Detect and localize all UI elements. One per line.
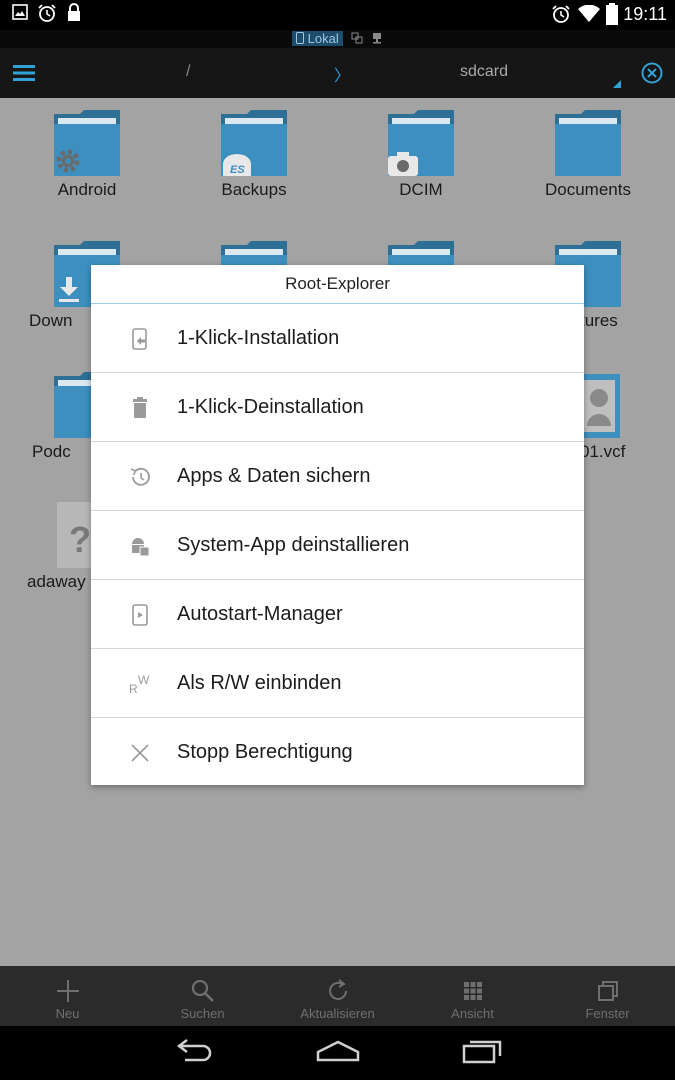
wifi-icon — [578, 5, 600, 22]
search-button-label: Suchen — [180, 1006, 225, 1021]
file-item-android[interactable]: Android — [17, 110, 157, 200]
camera-icon — [388, 152, 418, 176]
server-icon[interactable] — [371, 32, 383, 44]
menu-item-autostart-manager[interactable]: Autostart-Manager — [91, 580, 584, 649]
rw-icon-w: W — [138, 673, 150, 687]
back-icon[interactable] — [173, 1038, 213, 1064]
menu-item-backup-apps[interactable]: Apps & Daten sichern — [91, 442, 584, 511]
menu-item-label: Als R/W einbinden — [177, 672, 342, 694]
dropdown-corner-icon[interactable] — [613, 80, 621, 88]
autostart-icon — [132, 604, 148, 626]
plus-icon — [57, 980, 79, 1002]
close-icon — [131, 744, 149, 762]
windows-icon — [598, 981, 618, 1001]
windows-button-label: Fenster — [585, 1006, 630, 1021]
network-icon[interactable] — [351, 32, 363, 44]
grid-icon — [464, 982, 482, 1000]
lock-icon — [68, 3, 80, 21]
phone-icon — [296, 32, 304, 44]
menu-item-label: Apps & Daten sichern — [177, 465, 371, 487]
rw-icon: R W — [129, 673, 150, 695]
menu-item-label: Autostart-Manager — [177, 603, 343, 625]
menu-item-stop-permission[interactable]: Stopp Berechtigung — [91, 718, 584, 786]
alarm-icon — [38, 4, 56, 22]
path-current[interactable]: sdcard — [460, 63, 508, 81]
history-icon — [130, 467, 150, 486]
menu-item-mount-rw[interactable]: R W Als R/W einbinden — [91, 649, 584, 718]
es-logo-icon: ES — [223, 154, 251, 176]
contact-icon — [578, 374, 620, 438]
menu-item-label: Stopp Berechtigung — [177, 741, 353, 763]
svg-text:?: ? — [69, 519, 91, 560]
refresh-icon — [329, 979, 347, 1000]
search-button[interactable]: Suchen — [135, 966, 270, 1026]
folder-icon — [555, 110, 621, 176]
new-button-label: Neu — [55, 1006, 80, 1021]
root-explorer-dialog: Root-Explorer 1-Klick-Installation 1-Kli… — [91, 265, 584, 785]
file-name: Documents — [545, 180, 631, 199]
file-name: Android — [57, 180, 117, 199]
location-tab-label: Lokal — [307, 31, 339, 46]
file-item-backups[interactable]: ES Backups — [184, 110, 324, 200]
trash-icon — [133, 397, 147, 418]
clock: 19:11 — [623, 4, 667, 24]
status-bar: 19:11 — [0, 0, 675, 30]
menu-icon[interactable] — [13, 64, 35, 82]
battery-icon — [606, 3, 618, 25]
alarm-status-icon — [552, 5, 570, 23]
menu-item-label: 1-Klick-Installation — [177, 327, 340, 349]
refresh-button-label: Aktualisieren — [300, 1006, 375, 1021]
path-bar: / 〉 sdcard — [0, 48, 675, 99]
menu-item-label: 1-Klick-Deinstallation — [177, 396, 364, 418]
navigation-bar — [0, 1026, 675, 1080]
windows-button[interactable]: Fenster — [540, 966, 675, 1026]
dialog-title: Root-Explorer — [91, 265, 584, 304]
file-name: Backups — [221, 180, 287, 199]
recent-apps-icon[interactable] — [462, 1038, 502, 1064]
bottom-toolbar: Neu Suchen Aktualisieren Ansicht Fenster — [0, 966, 675, 1026]
close-path-icon[interactable] — [641, 62, 663, 84]
file-name: DCIM — [399, 180, 443, 199]
view-button[interactable]: Ansicht — [405, 966, 540, 1026]
download-icon — [59, 277, 79, 302]
gear-icon — [56, 149, 80, 173]
home-icon[interactable] — [316, 1038, 360, 1064]
view-button-label: Ansicht — [451, 1006, 494, 1021]
menu-item-one-click-uninstall[interactable]: 1-Klick-Deinstallation — [91, 373, 584, 442]
menu-item-one-click-install[interactable]: 1-Klick-Installation — [91, 304, 584, 373]
android-icon — [132, 538, 150, 557]
path-separator: 〉 — [334, 68, 351, 85]
location-bar: Lokal — [0, 30, 675, 48]
new-button[interactable]: Neu — [0, 966, 135, 1026]
svg-text:ES: ES — [230, 164, 245, 176]
file-item-dcim[interactable]: DCIM — [351, 110, 491, 200]
image-notification-icon — [12, 4, 28, 20]
location-tab-local[interactable]: Lokal — [292, 31, 343, 46]
menu-item-uninstall-system-app[interactable]: System-App deinstallieren — [91, 511, 584, 580]
menu-item-label: System-App deinstallieren — [177, 534, 410, 556]
refresh-button[interactable]: Aktualisieren — [270, 966, 405, 1026]
search-icon — [191, 979, 214, 1002]
path-root[interactable]: / — [186, 63, 190, 81]
rw-icon-r: R — [129, 682, 138, 695]
file-item-documents[interactable]: Documents — [518, 110, 658, 200]
install-icon — [132, 328, 147, 350]
